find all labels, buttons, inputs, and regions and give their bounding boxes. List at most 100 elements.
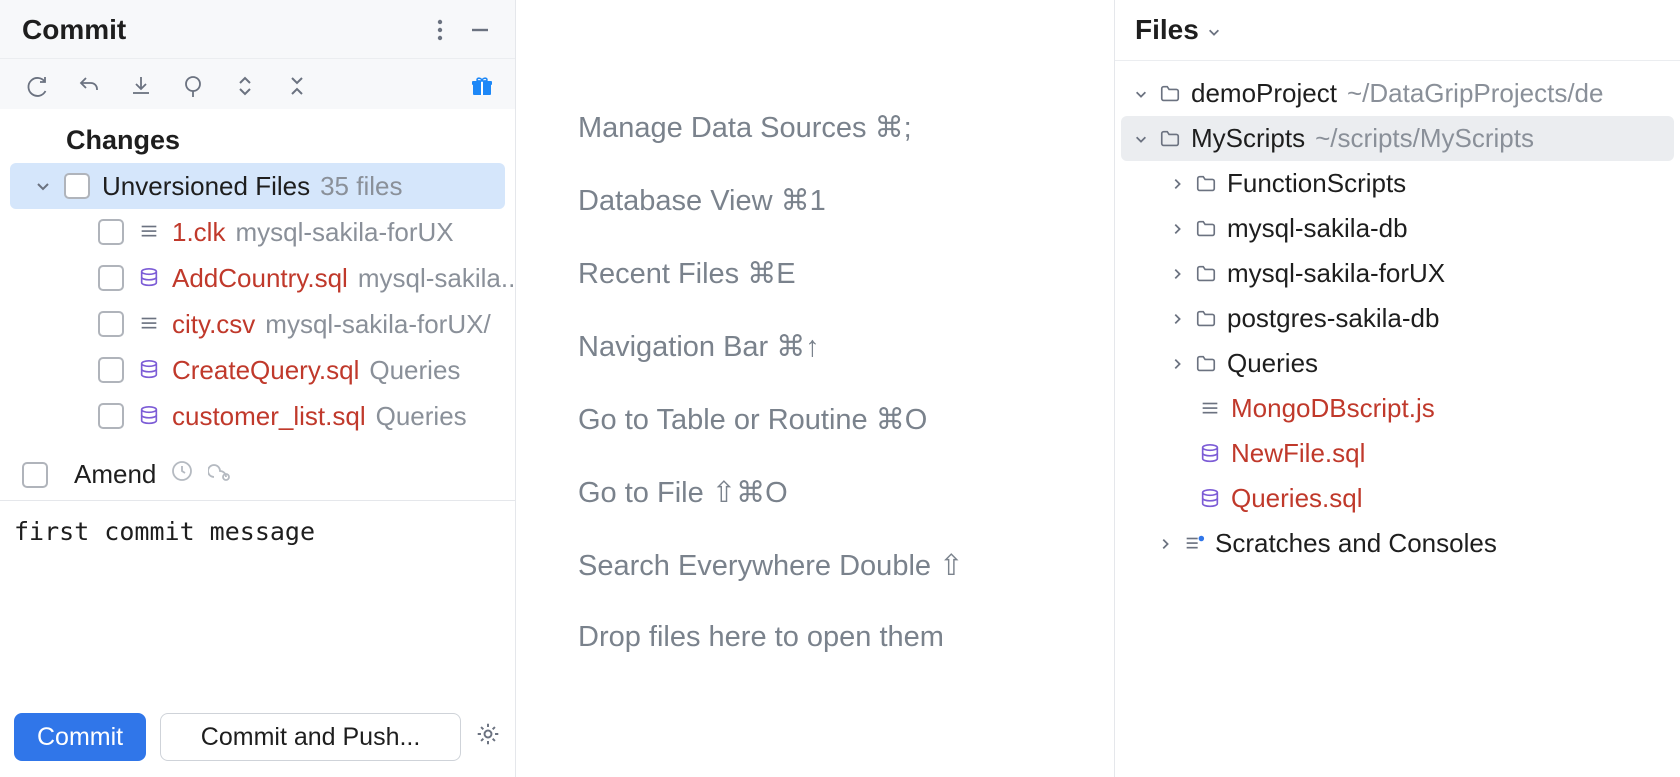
welcome-action[interactable]: Navigation Bar ⌘↑ xyxy=(578,329,1052,364)
collapse-icon[interactable] xyxy=(282,71,312,101)
kebab-menu-icon[interactable] xyxy=(425,15,455,45)
commit-message-text: first commit message xyxy=(14,517,315,546)
folder-label: postgres-sakila-db xyxy=(1227,303,1439,334)
unversioned-checkbox[interactable] xyxy=(64,173,90,199)
project-root-scripts[interactable]: MyScripts ~/scripts/MyScripts xyxy=(1121,116,1674,161)
refresh-icon[interactable] xyxy=(22,71,52,101)
demo-project-path: ~/DataGripProjects/de xyxy=(1347,78,1604,109)
text-file-icon xyxy=(136,311,162,337)
folder-icon xyxy=(1193,173,1219,195)
chevron-right-icon[interactable] xyxy=(1155,537,1175,551)
gift-icon[interactable] xyxy=(467,71,497,101)
folder-node[interactable]: mysql-sakila-db xyxy=(1115,206,1680,251)
chevron-down-icon[interactable] xyxy=(1207,14,1221,46)
file-path: mysql-sakila-forUX/ xyxy=(265,309,490,340)
welcome-action[interactable]: Drop files here to open them xyxy=(578,621,1052,654)
welcome-action[interactable]: Recent Files ⌘E xyxy=(578,256,1052,291)
file-name: MongoDBscript.js xyxy=(1231,393,1435,424)
amend-checkbox[interactable] xyxy=(22,462,48,488)
folder-icon xyxy=(1193,263,1219,285)
scratches-label: Scratches and Consoles xyxy=(1215,528,1497,559)
file-name: 1.clk xyxy=(172,217,225,248)
commit-toolbar xyxy=(0,59,515,109)
file-row[interactable]: city.csv mysql-sakila-forUX/ xyxy=(0,301,515,347)
file-row[interactable]: 1.clk mysql-sakila-forUX xyxy=(0,209,515,255)
amend-label: Amend xyxy=(74,459,156,490)
gear-icon[interactable] xyxy=(475,721,501,754)
file-name: city.csv xyxy=(172,309,255,340)
file-name: NewFile.sql xyxy=(1231,438,1365,469)
file-checkbox[interactable] xyxy=(98,403,124,429)
folder-icon xyxy=(1193,308,1219,330)
file-node[interactable]: NewFile.sql xyxy=(1115,431,1680,476)
ai-suggest-icon[interactable] xyxy=(208,459,232,490)
folder-icon xyxy=(1157,128,1183,150)
project-root-demo[interactable]: demoProject ~/DataGripProjects/de xyxy=(1115,71,1680,116)
amend-row: Amend xyxy=(0,449,515,500)
history-icon[interactable] xyxy=(170,459,194,490)
welcome-action[interactable]: Manage Data Sources ⌘; xyxy=(578,110,1052,145)
preview-diff-icon[interactable] xyxy=(178,71,208,101)
scratches-icon xyxy=(1181,533,1207,555)
file-node[interactable]: MongoDBscript.js xyxy=(1115,386,1680,431)
commit-panel: Commit xyxy=(0,0,516,777)
unversioned-files-node[interactable]: Unversioned Files 35 files xyxy=(10,163,505,209)
commit-button[interactable]: Commit xyxy=(14,713,146,761)
folder-label: Queries xyxy=(1227,348,1318,379)
chevron-right-icon[interactable] xyxy=(1167,312,1187,326)
commit-and-push-button[interactable]: Commit and Push... xyxy=(160,713,461,761)
file-checkbox[interactable] xyxy=(98,357,124,383)
folder-node[interactable]: Queries xyxy=(1115,341,1680,386)
text-file-icon xyxy=(1197,398,1223,420)
folder-label: FunctionScripts xyxy=(1227,168,1406,199)
file-checkbox[interactable] xyxy=(98,265,124,291)
welcome-action[interactable]: Go to Table or Routine ⌘O xyxy=(578,402,1052,437)
file-name: Queries.sql xyxy=(1231,483,1363,514)
database-icon xyxy=(1197,443,1223,465)
folder-label: mysql-sakila-forUX xyxy=(1227,258,1445,289)
database-icon xyxy=(1197,488,1223,510)
folder-icon xyxy=(1157,83,1183,105)
chevron-right-icon[interactable] xyxy=(1167,357,1187,371)
folder-label: mysql-sakila-db xyxy=(1227,213,1408,244)
chevron-down-icon[interactable] xyxy=(1131,132,1151,146)
file-path: Queries xyxy=(369,355,460,386)
folder-icon xyxy=(1193,218,1219,240)
chevron-right-icon[interactable] xyxy=(1167,222,1187,236)
unversioned-label: Unversioned Files xyxy=(102,171,310,202)
file-path: Queries xyxy=(376,401,467,432)
rollback-icon[interactable] xyxy=(74,71,104,101)
files-title: Files xyxy=(1135,14,1199,46)
folder-node[interactable]: FunctionScripts xyxy=(1115,161,1680,206)
folder-node[interactable]: mysql-sakila-forUX xyxy=(1115,251,1680,296)
welcome-action[interactable]: Database View ⌘1 xyxy=(578,183,1052,218)
database-icon xyxy=(136,265,162,291)
chevron-right-icon[interactable] xyxy=(1167,177,1187,191)
file-row[interactable]: customer_list.sql Queries xyxy=(0,393,515,439)
commit-message-input[interactable]: first commit message xyxy=(0,500,515,701)
database-icon xyxy=(136,403,162,429)
commit-title: Commit xyxy=(22,14,415,46)
file-row[interactable]: CreateQuery.sql Queries xyxy=(0,347,515,393)
folder-icon xyxy=(1193,353,1219,375)
files-panel: Files demoProject ~/DataGripProjects/de xyxy=(1114,0,1680,777)
welcome-action[interactable]: Go to File ⇧⌘O xyxy=(578,475,1052,510)
file-row[interactable]: AddCountry.sql mysql-sakila... xyxy=(0,255,515,301)
welcome-panel: Manage Data Sources ⌘; Database View ⌘1 Re… xyxy=(516,0,1114,777)
folder-node[interactable]: postgres-sakila-db xyxy=(1115,296,1680,341)
welcome-action[interactable]: Search Everywhere Double ⇧ xyxy=(578,548,1052,583)
demo-project-name: demoProject xyxy=(1191,78,1337,109)
chevron-down-icon[interactable] xyxy=(32,175,54,197)
chevron-down-icon[interactable] xyxy=(1131,87,1151,101)
file-checkbox[interactable] xyxy=(98,311,124,337)
shelve-icon[interactable] xyxy=(126,71,156,101)
scripts-root-path: ~/scripts/MyScripts xyxy=(1315,123,1534,154)
minimize-icon[interactable] xyxy=(465,15,495,45)
scratches-node[interactable]: Scratches and Consoles xyxy=(1115,521,1680,566)
expand-icon[interactable] xyxy=(230,71,260,101)
text-file-icon xyxy=(136,219,162,245)
file-path: mysql-sakila-forUX xyxy=(235,217,453,248)
chevron-right-icon[interactable] xyxy=(1167,267,1187,281)
file-checkbox[interactable] xyxy=(98,219,124,245)
file-node[interactable]: Queries.sql xyxy=(1115,476,1680,521)
